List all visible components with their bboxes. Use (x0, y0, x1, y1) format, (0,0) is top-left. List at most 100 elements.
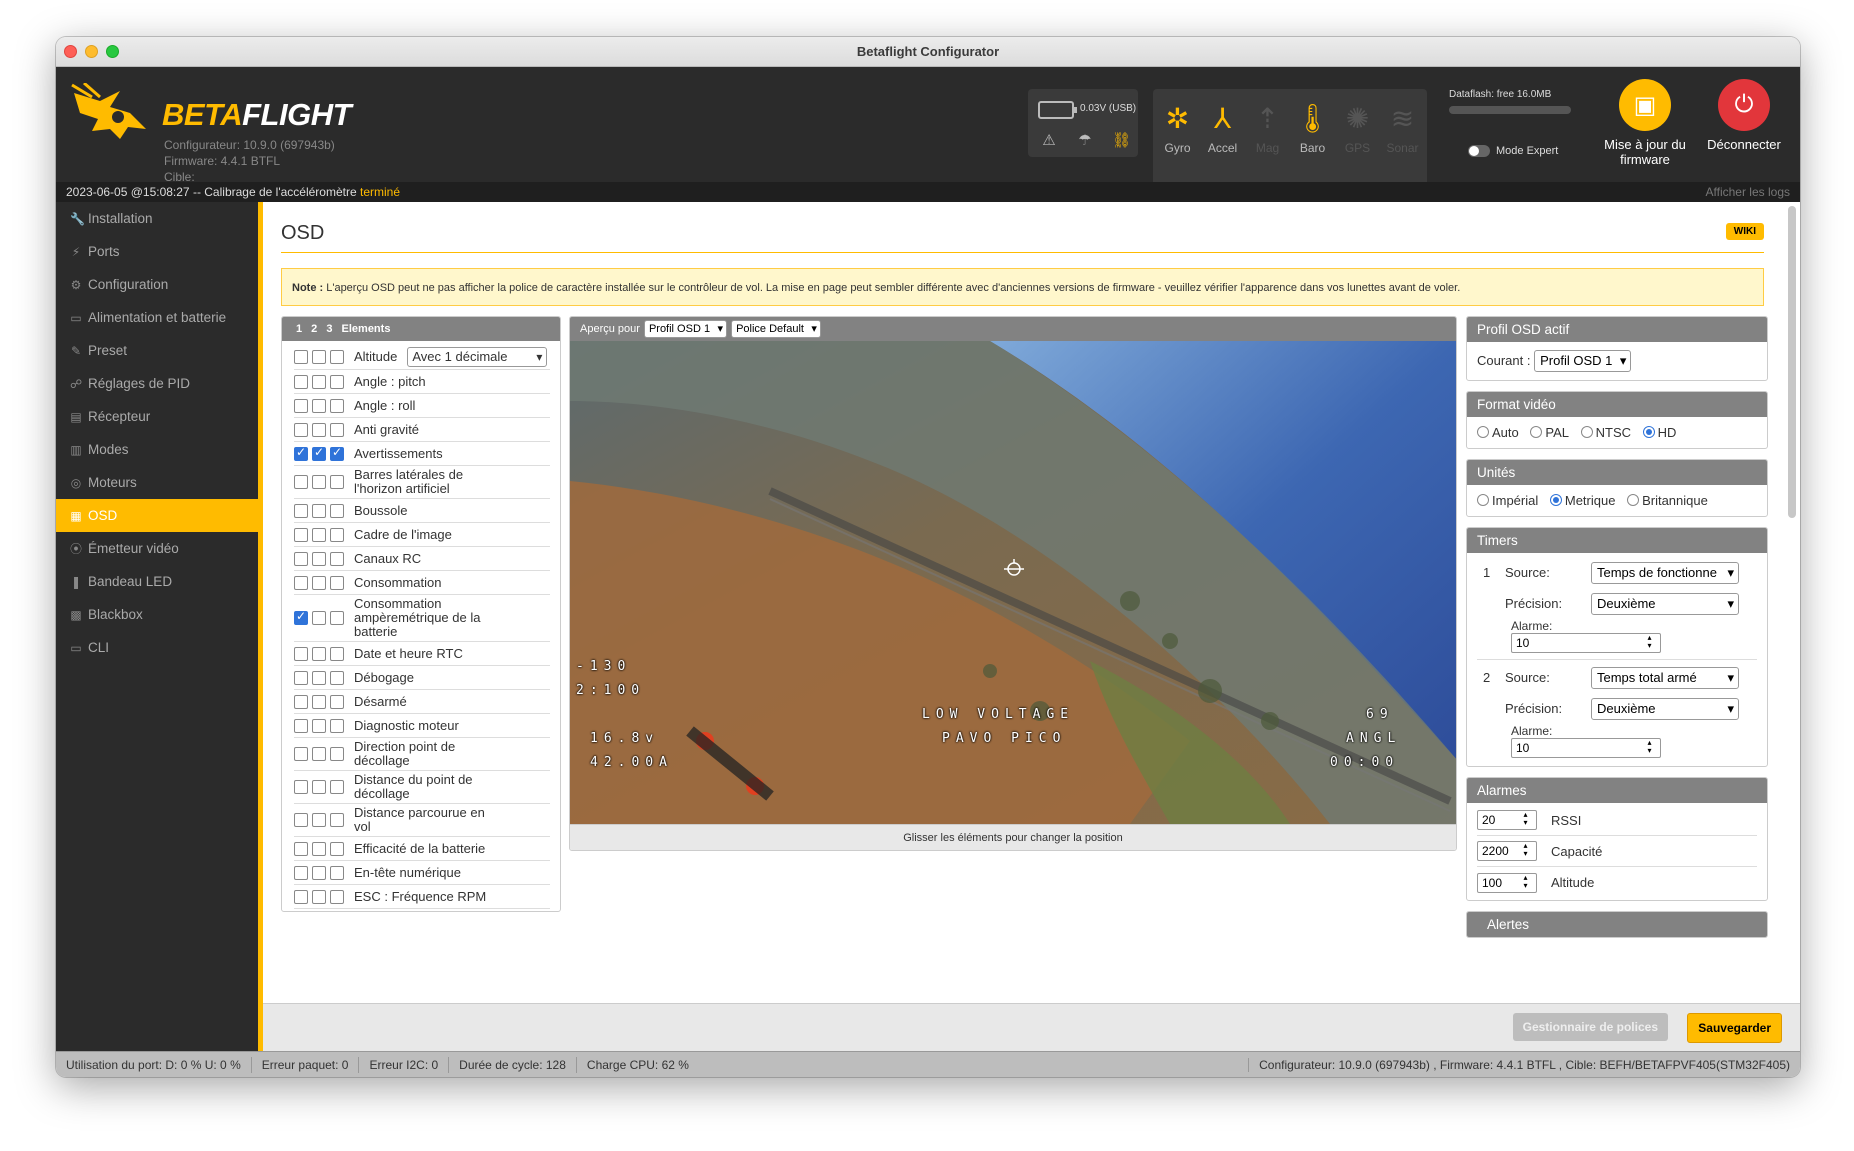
profile-3-checkbox[interactable] (330, 718, 344, 733)
profile-3-checkbox[interactable] (330, 646, 344, 661)
sidebar-item-installation[interactable]: 🔧 Installation (56, 202, 258, 235)
profile-2-checkbox[interactable] (312, 841, 326, 856)
profile-1-checkbox[interactable] (294, 350, 308, 364)
save-button[interactable]: Sauvegarder (1687, 1013, 1782, 1043)
sidebar-item-ports[interactable]: ⚡ Ports (56, 235, 258, 268)
sidebar-item-blackbox[interactable]: ▩ Blackbox (56, 598, 258, 631)
timer-1-alarm-input[interactable]: 10 (1511, 633, 1661, 653)
profile-2-checkbox[interactable] (312, 575, 326, 590)
osd-rssi[interactable]: 69 (1366, 707, 1394, 722)
osd-craft-name[interactable]: PAVO PICO (942, 731, 1066, 746)
profile-2-checkbox[interactable] (312, 350, 326, 364)
profile-3-checkbox[interactable] (330, 374, 344, 389)
profile-3-checkbox[interactable] (330, 889, 344, 904)
profile-1-checkbox[interactable] (294, 475, 308, 489)
preview-font-select[interactable]: Police Default (731, 320, 821, 338)
profile-1-checkbox[interactable] (294, 527, 308, 542)
close-window-button[interactable] (64, 45, 77, 58)
profile-3-checkbox[interactable] (330, 422, 344, 437)
font-manager-button[interactable]: Gestionnaire de polices (1512, 1013, 1668, 1041)
sidebar-item-modes[interactable]: ▥ Modes (56, 433, 258, 466)
profile-2-checkbox[interactable] (312, 611, 326, 625)
sidebar-item-vtx[interactable]: ⦿ Émetteur vidéo (56, 532, 258, 565)
profile-1-checkbox[interactable] (294, 889, 308, 904)
sidebar-item-led[interactable]: ❚ Bandeau LED (56, 565, 258, 598)
profile-2-checkbox[interactable] (312, 646, 326, 661)
profile-3-checkbox[interactable] (330, 575, 344, 590)
profile-select[interactable]: Profil OSD 1 (1534, 350, 1632, 372)
video-hd-option[interactable]: HD (1642, 425, 1676, 440)
profile-1-checkbox[interactable] (294, 422, 308, 437)
alarm-capacity-input[interactable]: 2200 (1477, 841, 1537, 861)
timer-1-source-select[interactable]: Temps de fonctionne (1591, 561, 1739, 584)
osd-current[interactable]: 42.00A (590, 755, 673, 770)
profile-3-checkbox[interactable] (330, 813, 344, 827)
firmware-update-button[interactable]: ▣ Mise à jour du firmware (1590, 79, 1700, 167)
sidebar-item-receiver[interactable]: ▤ Récepteur (56, 400, 258, 433)
osd-timer[interactable]: 2:100 (576, 683, 645, 698)
expert-mode-switch[interactable] (1468, 145, 1490, 157)
units-british-option[interactable]: Britannique (1627, 493, 1708, 508)
profile-2-checkbox[interactable] (312, 475, 326, 489)
profile-3-checkbox[interactable] (330, 841, 344, 856)
timer-1-precision-select[interactable]: Deuxième (1591, 592, 1739, 615)
profile-2-checkbox[interactable] (312, 780, 326, 794)
profile-3-checkbox[interactable] (330, 445, 344, 461)
profile-2-checkbox[interactable] (312, 422, 326, 437)
profile-1-checkbox[interactable] (294, 670, 308, 685)
profile-2-checkbox[interactable] (312, 527, 326, 542)
sidebar-item-power[interactable]: ▭ Alimentation et batterie (56, 301, 258, 334)
alarm-altitude-input[interactable]: 100 (1477, 872, 1537, 893)
profile-3-checkbox[interactable] (330, 780, 344, 794)
profile-2-checkbox[interactable] (312, 694, 326, 709)
profile-1-checkbox[interactable] (294, 551, 308, 566)
sidebar-item-motors[interactable]: ◎ Moteurs (56, 466, 258, 499)
profile-3-checkbox[interactable] (330, 694, 344, 709)
profile-2-checkbox[interactable] (312, 889, 326, 904)
timer-2-precision-select[interactable]: Deuxième (1591, 697, 1739, 720)
profile-1-checkbox[interactable] (294, 694, 308, 709)
profile-1-checkbox[interactable] (294, 718, 308, 733)
profile-1-checkbox[interactable] (294, 503, 308, 518)
profile-2-checkbox[interactable] (312, 398, 326, 413)
sidebar-item-cli[interactable]: ▭ CLI (56, 631, 258, 664)
profile-1-checkbox[interactable] (294, 374, 308, 389)
profile-3-checkbox[interactable] (330, 350, 344, 364)
profile-1-checkbox[interactable] (294, 747, 308, 761)
content-scrollbar[interactable] (1788, 206, 1796, 518)
profile-3-checkbox[interactable] (330, 398, 344, 413)
profile-2-checkbox[interactable] (312, 718, 326, 733)
profile-3-checkbox[interactable] (330, 551, 344, 566)
minimize-window-button[interactable] (85, 45, 98, 58)
sidebar-item-preset[interactable]: ✎ Preset (56, 334, 258, 367)
alarm-rssi-input[interactable]: 20 (1477, 810, 1537, 830)
profile-3-checkbox[interactable] (330, 670, 344, 685)
profile-3-checkbox[interactable] (330, 611, 344, 625)
profile-3-checkbox[interactable] (330, 527, 344, 542)
profile-3-checkbox[interactable] (330, 747, 344, 761)
osd-preview-image[interactable]: -130 2:100 LOW VOLTAGE PAVO PICO 16.8v 4… (570, 341, 1456, 824)
units-metric-option[interactable]: Metrique (1549, 493, 1615, 508)
profile-1-checkbox[interactable] (294, 609, 308, 625)
maximize-window-button[interactable] (106, 45, 119, 58)
preview-profile-select[interactable]: Profil OSD 1 (643, 320, 728, 338)
osd-flight-time[interactable]: 00:00 (1330, 755, 1399, 770)
profile-2-checkbox[interactable] (312, 503, 326, 518)
profile-3-checkbox[interactable] (330, 503, 344, 518)
profile-2-checkbox[interactable] (312, 445, 326, 461)
profile-2-checkbox[interactable] (312, 670, 326, 685)
sidebar-item-pid[interactable]: ☍ Réglages de PID (56, 367, 258, 400)
osd-altitude[interactable]: -130 (576, 659, 631, 674)
profile-1-checkbox[interactable] (294, 646, 308, 661)
profile-2-checkbox[interactable] (312, 551, 326, 566)
profile-2-checkbox[interactable] (312, 813, 326, 827)
video-pal-option[interactable]: PAL (1530, 425, 1569, 440)
profile-1-checkbox[interactable] (294, 865, 308, 880)
profile-1-checkbox[interactable] (294, 445, 308, 461)
timer-2-alarm-input[interactable]: 10 (1511, 738, 1661, 758)
show-logs-link[interactable]: Afficher les logs (1706, 182, 1791, 202)
wiki-button[interactable]: WIKI (1725, 223, 1764, 240)
profile-1-checkbox[interactable] (294, 398, 308, 413)
profile-1-checkbox[interactable] (294, 813, 308, 827)
sidebar-item-osd[interactable]: ▦ OSD (56, 499, 258, 532)
